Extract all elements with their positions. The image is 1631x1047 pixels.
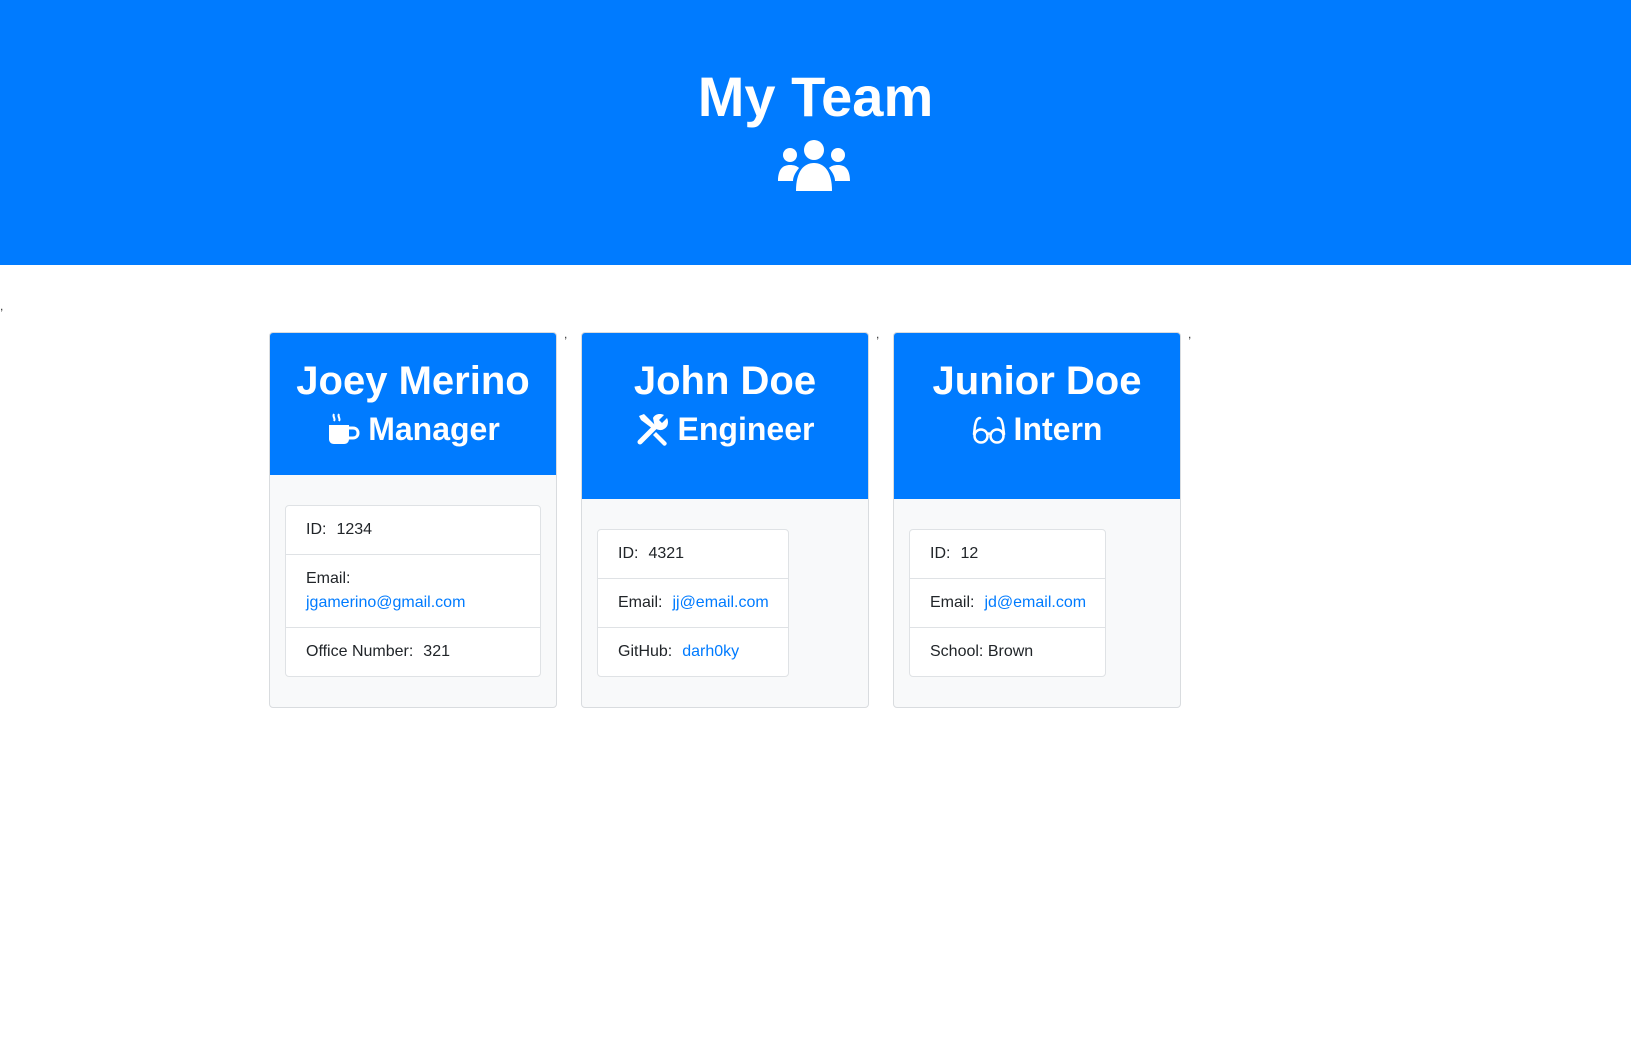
email-link[interactable]: jj@email.com — [672, 594, 768, 611]
employee-role: Engineer — [582, 409, 868, 449]
school-value: Brown — [987, 643, 1034, 660]
id-value: 4321 — [648, 545, 685, 562]
detail-office-number: Office Number: 321 — [286, 628, 540, 676]
employee-details: ID: 12 Email: jd@email.com School: Brown — [909, 529, 1106, 677]
detail-email: Email: jd@email.com — [910, 579, 1105, 628]
email-link[interactable]: jd@email.com — [984, 594, 1086, 611]
detail-id: ID: 12 — [910, 530, 1105, 579]
id-label: ID: — [306, 521, 327, 538]
glasses-icon — [972, 416, 1005, 444]
stray-mark: , — [0, 299, 4, 313]
detail-github: GitHub: darh0ky — [598, 628, 788, 676]
github-link[interactable]: darh0ky — [682, 643, 739, 660]
id-label: ID: — [930, 545, 951, 562]
stray-mark: , — [876, 327, 880, 341]
stray-mark: , — [1188, 327, 1192, 341]
employee-name: John Doe — [633, 359, 817, 403]
card-header: John Doe Engineer — [582, 333, 868, 499]
detail-email: Email: jj@email.com — [598, 579, 788, 628]
page-title: My Team — [697, 65, 934, 128]
employee-card-intern: Junior Doe Intern ID: 12 Email: jd@email.c… — [893, 332, 1181, 708]
email-label: Email: — [306, 570, 351, 587]
employee-name: Junior Doe — [932, 359, 1142, 403]
school-label: School: — [930, 643, 984, 660]
role-label: Manager — [368, 411, 500, 447]
role-label: Intern — [1013, 411, 1103, 447]
id-value: 1234 — [336, 521, 373, 538]
employee-role: Manager — [270, 409, 556, 449]
users-icon — [778, 140, 850, 191]
detail-email: Email: jgamerino@gmail.com — [286, 555, 540, 628]
office-number-label: Office Number: — [306, 643, 414, 660]
tools-icon — [637, 414, 668, 446]
stray-mark: , — [564, 327, 568, 341]
office-number-value: 321 — [423, 643, 450, 660]
email-label: Email: — [930, 594, 975, 611]
role-label: Engineer — [677, 411, 815, 447]
employee-name: Joey Merino — [296, 359, 530, 403]
email-label: Email: — [618, 594, 663, 611]
id-value: 12 — [960, 545, 979, 562]
id-label: ID: — [618, 545, 639, 562]
detail-school: School: Brown — [910, 628, 1105, 676]
card-header: Joey Merino Manager — [270, 333, 556, 475]
employee-card-engineer: John Doe Engineer ID: 4321 Email: jj@email… — [581, 332, 869, 708]
employee-details: ID: 1234 Email: jgamerino@gmail.com Offic… — [285, 505, 541, 677]
github-label: GitHub: — [618, 643, 673, 660]
email-link[interactable]: jgamerino@gmail.com — [306, 594, 465, 611]
employee-card-manager: Joey Merino Manager ID: 1234 Email: jgame… — [269, 332, 557, 708]
card-header: Junior Doe Intern — [894, 333, 1180, 499]
detail-id: ID: 4321 — [598, 530, 788, 579]
team-header: My Team — [0, 0, 1631, 265]
coffee-mug-icon — [329, 413, 360, 444]
employee-details: ID: 4321 Email: jj@email.com GitHub: darh0k… — [597, 529, 789, 677]
detail-id: ID: 1234 — [286, 506, 540, 555]
employee-role: Intern — [894, 409, 1180, 449]
